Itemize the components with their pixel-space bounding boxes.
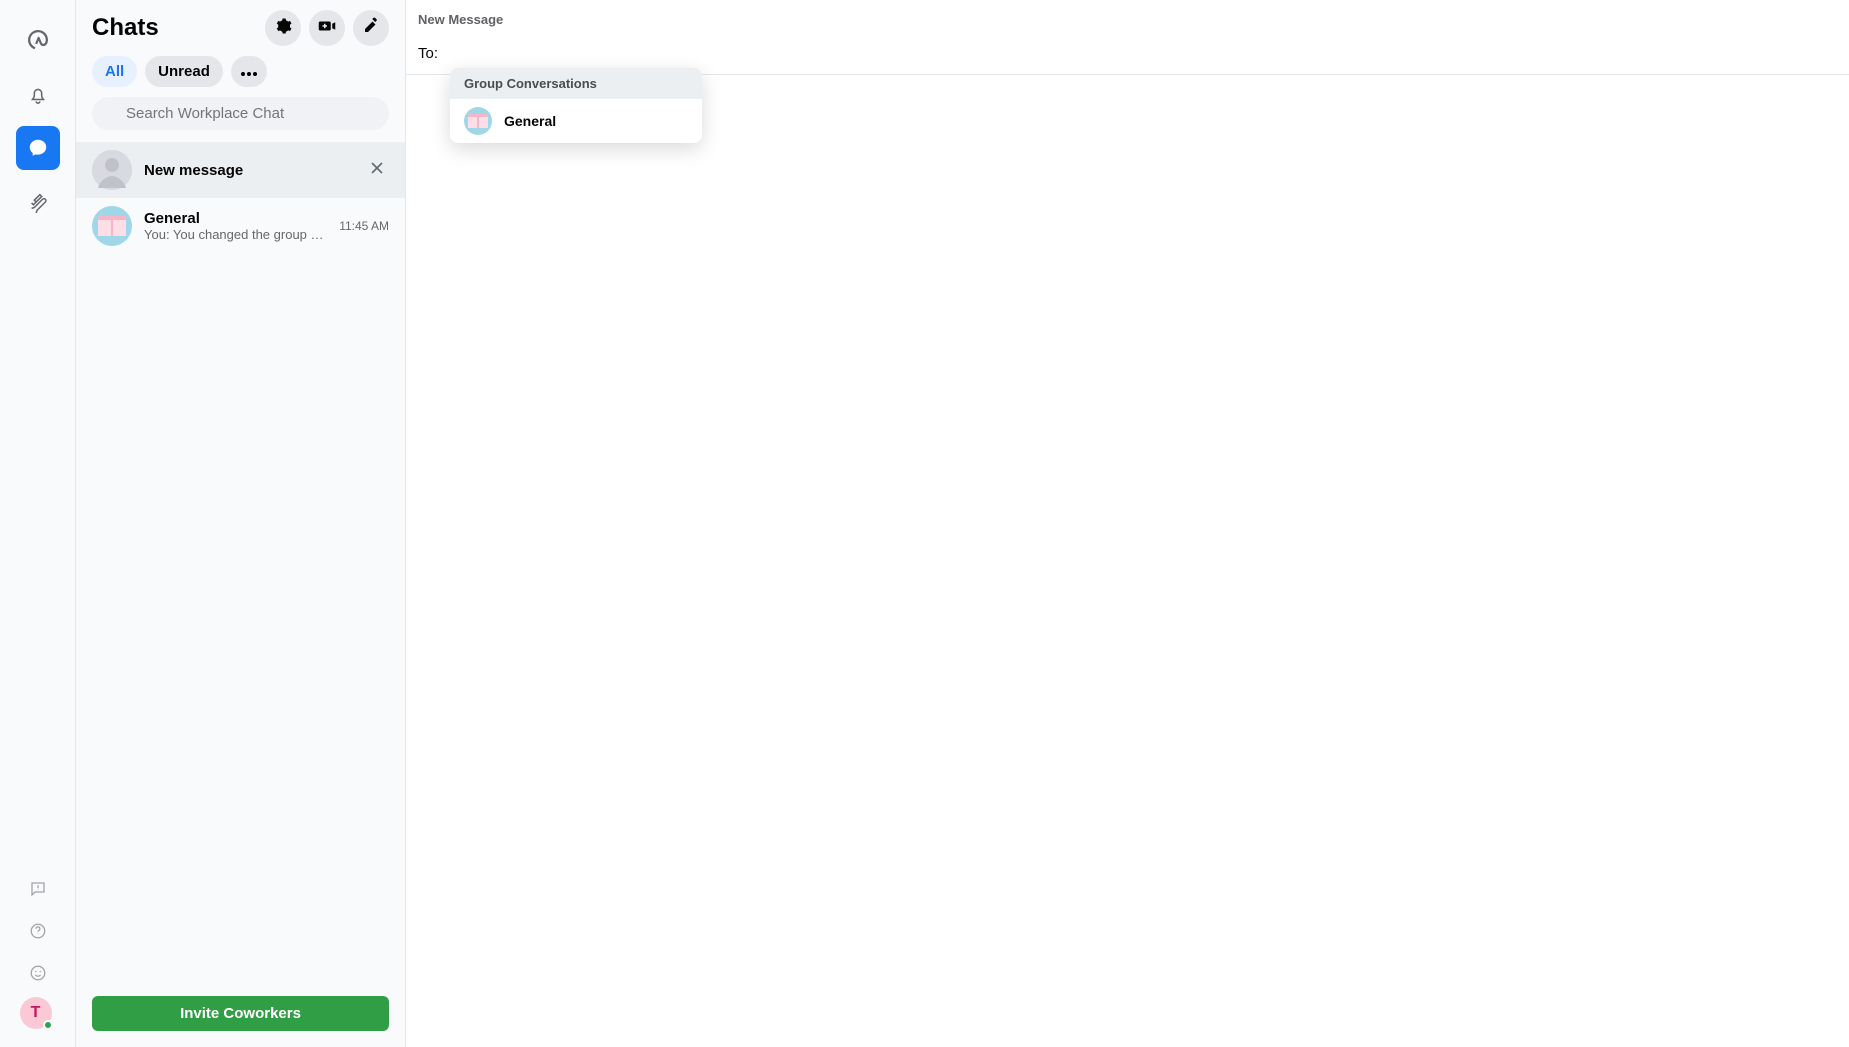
invite-container: Invite Coworkers: [76, 986, 405, 1047]
workplace-logo-icon[interactable]: [16, 18, 60, 62]
search-input[interactable]: [92, 97, 389, 130]
video-plus-icon: [318, 17, 336, 40]
presence-dot-icon: [43, 1020, 53, 1030]
suggestion-group-header: Group Conversations: [450, 68, 702, 99]
thread-title: General: [144, 210, 327, 227]
suggestion-item-label: General: [504, 113, 556, 129]
suggestion-item-general[interactable]: General: [450, 99, 702, 143]
settings-button[interactable]: [265, 10, 301, 46]
avatar[interactable]: T: [20, 997, 52, 1029]
app-rail: T: [0, 0, 76, 1047]
gear-icon: [274, 17, 292, 40]
chat-sidebar: Chats All Unread: [76, 0, 406, 1047]
thread-title: New message: [144, 162, 353, 179]
rail-bottom: T: [20, 871, 56, 1029]
filter-row: All Unread: [76, 50, 405, 93]
page-title: Chats: [92, 14, 257, 42]
bell-icon[interactable]: [16, 72, 60, 116]
emoji-icon[interactable]: [20, 955, 56, 991]
thread-list: New message General You: You changed the…: [76, 134, 405, 986]
suggestion-popover: Group Conversations General: [450, 68, 702, 143]
sidebar-header: Chats: [76, 0, 405, 50]
thread-subtitle: You: You changed the group photo.: [144, 227, 327, 242]
close-new-message-button[interactable]: [365, 158, 389, 182]
to-label: To:: [418, 45, 438, 62]
group-avatar-icon: [92, 206, 132, 246]
chat-icon[interactable]: [16, 126, 60, 170]
filter-unread[interactable]: Unread: [145, 56, 223, 87]
group-avatar-icon: [464, 107, 492, 135]
main-panel: New Message To: Group Conversations Gene…: [406, 0, 1849, 1047]
compose-icon: [362, 17, 380, 40]
tools-icon[interactable]: [16, 180, 60, 224]
compose-button[interactable]: [353, 10, 389, 46]
filter-all[interactable]: All: [92, 56, 137, 87]
search-container: [76, 93, 405, 134]
feedback-icon[interactable]: [20, 871, 56, 907]
close-icon: [371, 161, 383, 179]
new-video-call-button[interactable]: [309, 10, 345, 46]
dots-horizontal-icon: [241, 63, 257, 80]
thread-general[interactable]: General You: You changed the group photo…: [76, 198, 405, 254]
thread-time: 11:45 AM: [339, 219, 389, 233]
to-row: To: Group Conversations General: [406, 33, 1849, 75]
to-input[interactable]: [442, 43, 1837, 64]
help-icon[interactable]: [20, 913, 56, 949]
avatar-letter: T: [31, 1004, 41, 1022]
filter-more-button[interactable]: [231, 56, 267, 87]
thread-new-message[interactable]: New message: [76, 142, 405, 198]
avatar-placeholder-icon: [92, 150, 132, 190]
invite-coworkers-button[interactable]: Invite Coworkers: [92, 996, 389, 1031]
new-message-header: New Message: [406, 0, 1849, 33]
